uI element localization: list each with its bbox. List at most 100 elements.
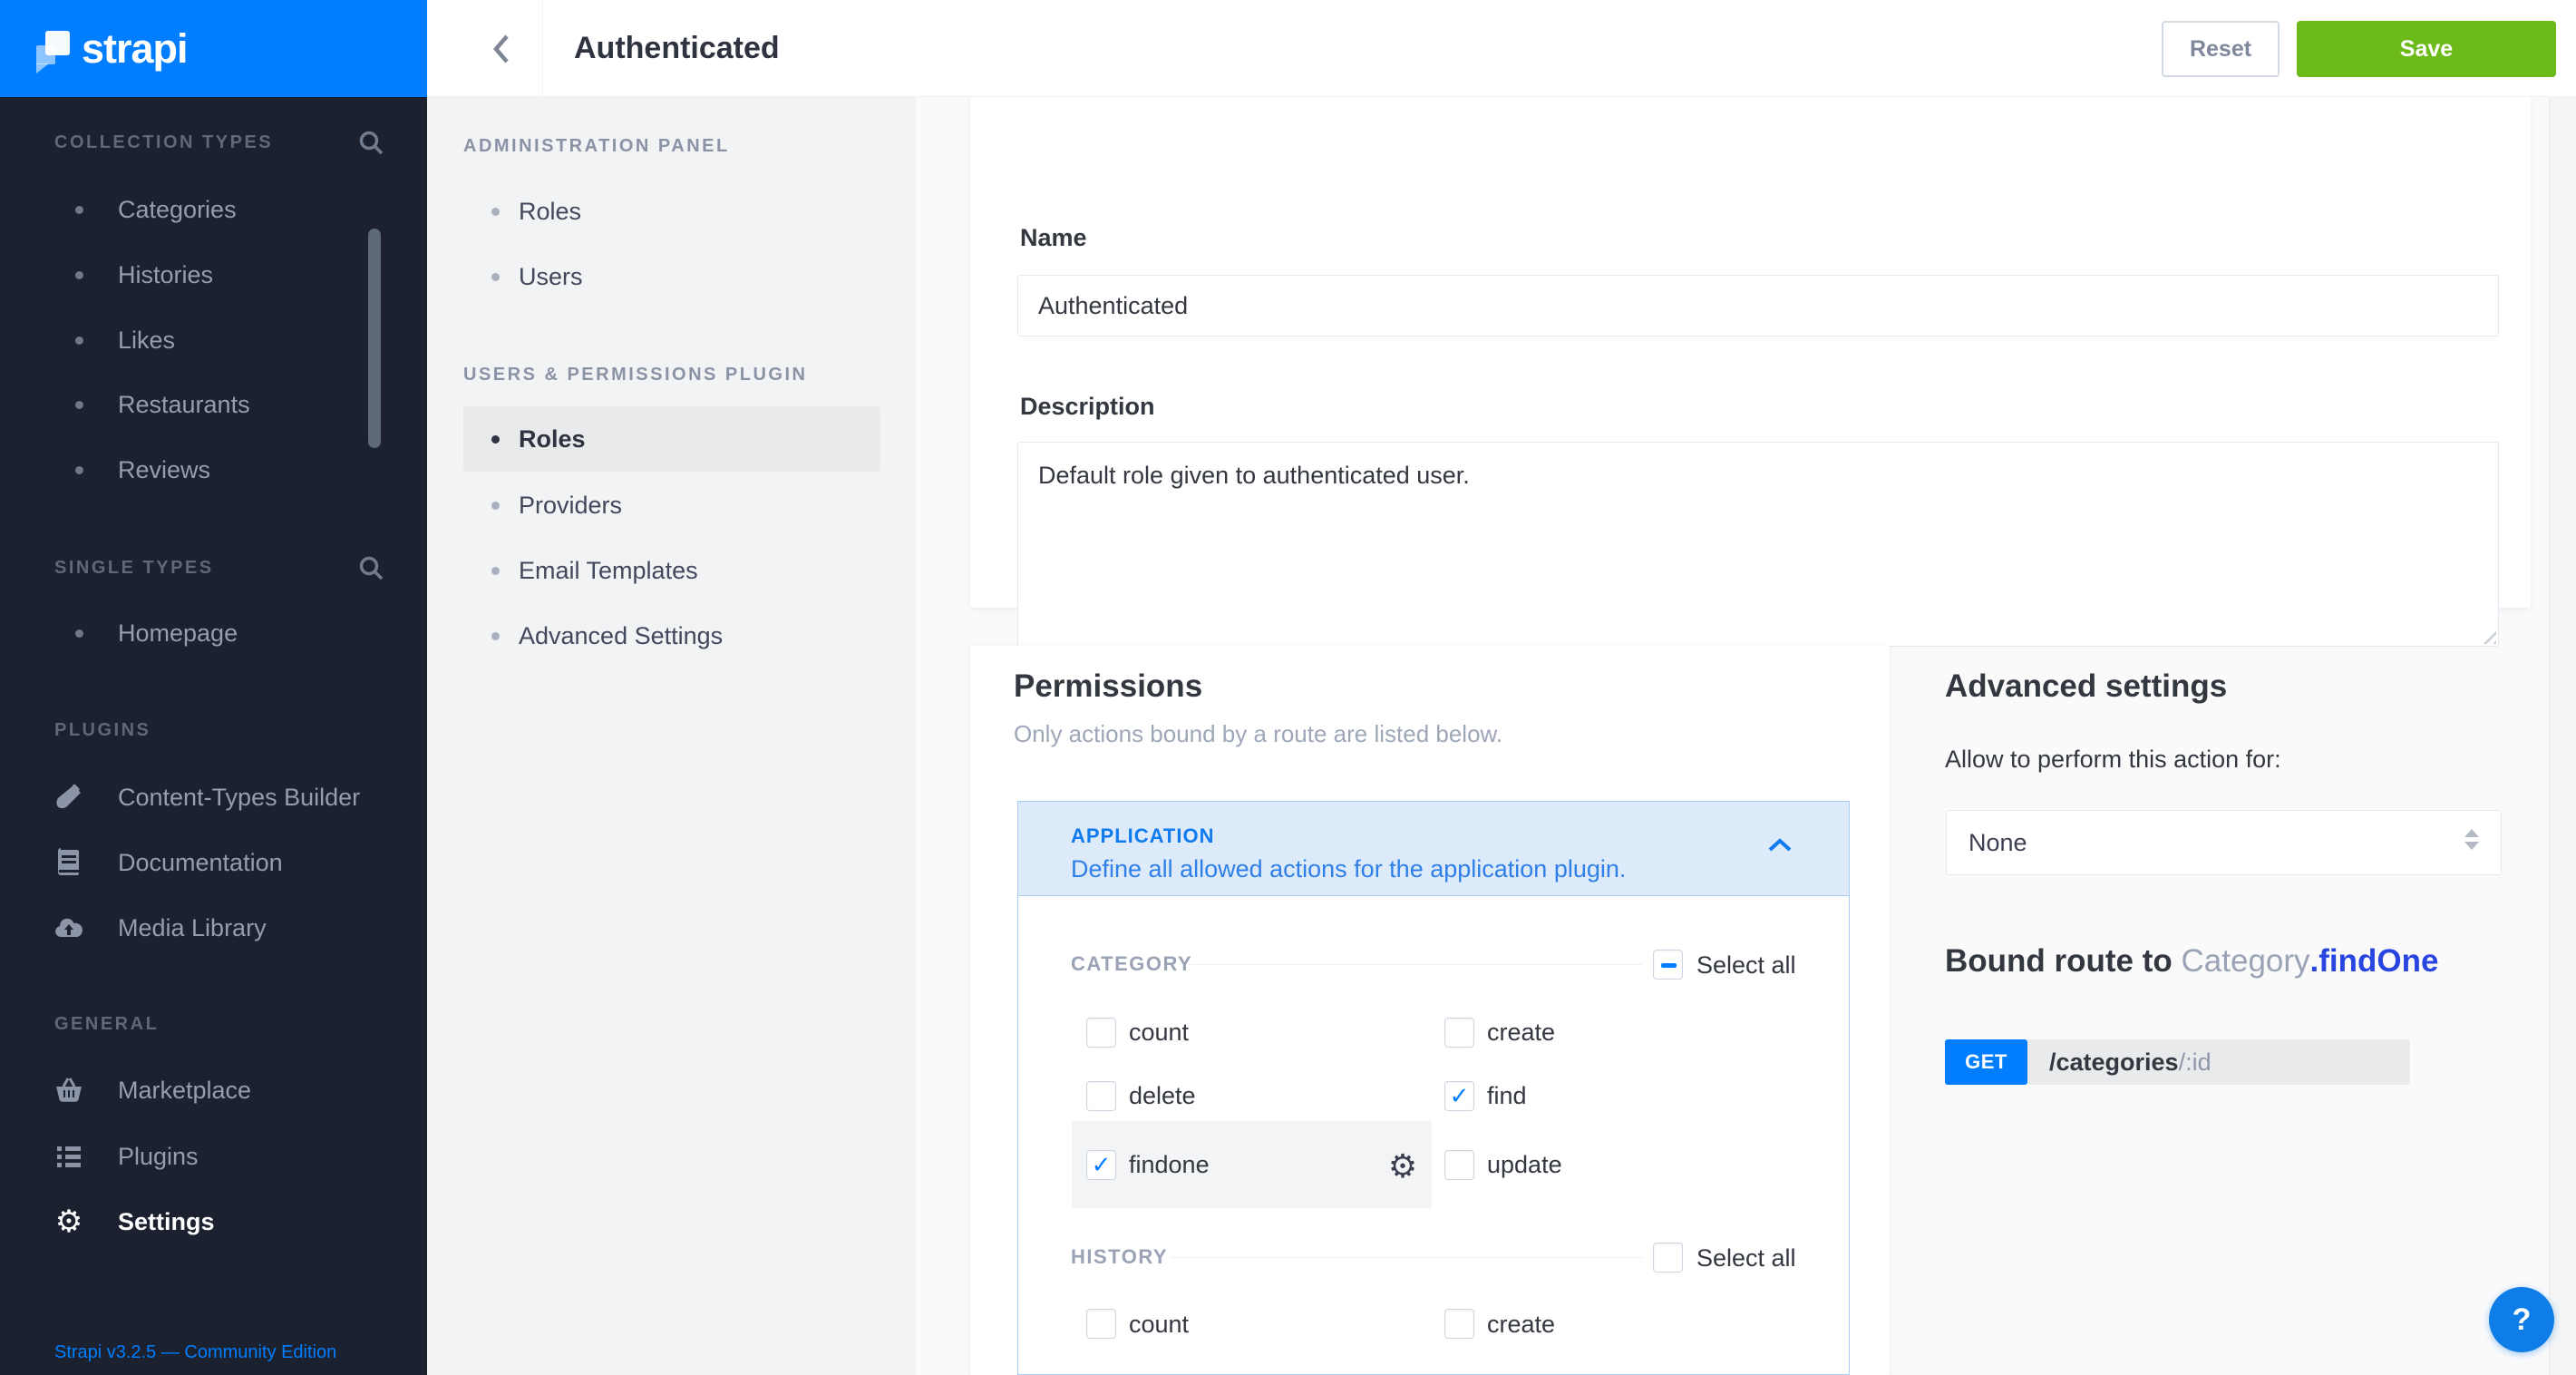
accordion-plugin-description: Define all allowed actions for the appli… [1071,855,1626,883]
route-path: /categories/:id [2027,1039,2410,1085]
question-mark-icon: ? [2513,1302,2532,1338]
accordion-plugin-name: APPLICATION [1071,824,1214,848]
cloud-upload-icon [51,910,87,946]
section-collection-types: COLLECTION TYPES [54,132,273,153]
bound-route-model: Category [2182,943,2310,979]
group-divider [1171,1257,1642,1258]
checkbox-category-create[interactable] [1444,1018,1474,1048]
checkbox-category-find[interactable] [1444,1081,1474,1111]
group-label-category: CATEGORY [1071,952,1192,976]
paintbrush-icon [51,779,87,815]
checkbox-label-count[interactable]: count [1129,1019,1189,1047]
main-sidebar: strapi COLLECTION TYPES Categories Histo… [0,0,427,1375]
sidebar-scrollbar-thumb[interactable] [368,229,381,448]
checkbox-category-update[interactable] [1444,1150,1474,1180]
checkbox-label-create[interactable]: create [1487,1019,1555,1047]
checkbox-category-count[interactable] [1086,1018,1116,1048]
page-title: Authenticated [574,0,780,97]
back-button[interactable] [460,0,542,97]
strapi-admin-page: strapi COLLECTION TYPES Categories Histo… [0,0,2576,1375]
save-button[interactable]: Save [2297,21,2556,77]
section-general: GENERAL [54,1014,159,1035]
sidebar-item-marketplace[interactable]: Marketplace [0,1072,427,1108]
settings-submenu: ADMINISTRATION PANEL Roles Users USERS &… [427,97,916,1375]
bullet-icon [75,466,83,474]
description-label: Description [1020,393,1155,421]
category-select-all-checkbox[interactable] [1653,950,1683,980]
checkbox-label-delete[interactable]: delete [1129,1082,1196,1110]
select-value: None [1968,829,2027,857]
category-select-all-label[interactable]: Select all [1696,951,1796,980]
page-scrollbar-track[interactable] [2549,97,2576,1375]
strapi-logo-icon [34,27,74,71]
allow-action-select[interactable]: None [1946,810,2502,875]
description-textarea[interactable]: Default role given to authenticated user… [1017,442,2499,647]
application-accordion-header[interactable]: APPLICATION Define all allowed actions f… [1018,802,1849,896]
sidebar-item-content-types-builder[interactable]: Content-Types Builder [0,779,427,815]
history-select-all-checkbox[interactable] [1653,1243,1683,1273]
bullet-icon [491,208,500,216]
checkbox-history-create[interactable] [1444,1309,1474,1339]
bullet-icon [491,435,500,444]
checkbox-label-findone[interactable]: findone [1129,1151,1210,1179]
name-input[interactable] [1017,275,2499,336]
checkbox-label-find[interactable]: find [1487,1082,1527,1110]
checkbox-category-delete[interactable] [1086,1081,1116,1111]
sidebar-item-histories[interactable]: Histories [0,257,427,293]
brand-wordmark: strapi [82,25,188,73]
role-form-card: Name Description Default role given to a… [970,97,2531,608]
submenu-section-administration-panel: ADMINISTRATION PANEL [463,136,730,157]
section-single-types: SINGLE TYPES [54,558,214,579]
bullet-icon [491,632,500,640]
checkbox-history-count[interactable] [1086,1309,1116,1339]
bound-route-line: Bound route to Category.findOne [1945,943,2438,980]
basket-icon [51,1072,87,1108]
search-icon[interactable] [357,129,386,158]
submenu-item-users[interactable]: Users [463,244,880,309]
group-label-history: HISTORY [1071,1245,1168,1269]
allow-action-label: Allow to perform this action for: [1945,746,2281,774]
sidebar-item-settings[interactable]: ⚙ Settings [0,1204,427,1240]
select-stepper-icon [2464,829,2479,850]
submenu-item-email-templates[interactable]: Email Templates [463,538,880,603]
submenu-item-advanced-settings[interactable]: Advanced Settings [463,603,880,668]
submenu-item-providers[interactable]: Providers [463,473,880,538]
submenu-item-roles[interactable]: Roles [463,406,880,472]
header-divider [542,0,543,97]
http-method-badge: GET [1945,1039,2027,1085]
sidebar-item-categories[interactable]: Categories [0,191,427,228]
sidebar-item-likes[interactable]: Likes [0,322,427,358]
strapi-logo[interactable]: strapi [0,0,427,97]
bound-route-prefix: Bound route to [1945,943,2182,979]
sidebar-item-plugins[interactable]: Plugins [0,1138,427,1175]
chevron-up-icon [1767,838,1793,853]
sidebar-item-homepage[interactable]: Homepage [0,615,427,651]
sidebar-item-documentation[interactable]: Documentation [0,844,427,881]
bullet-icon [491,502,500,510]
permissions-title: Permissions [1014,668,1202,705]
help-button[interactable]: ? [2489,1287,2554,1352]
sidebar-item-reviews[interactable]: Reviews [0,452,427,488]
checkbox-category-findone[interactable] [1086,1150,1116,1180]
section-plugins: PLUGINS [54,720,151,741]
list-icon [51,1138,87,1175]
sidebar-item-media-library[interactable]: Media Library [0,910,427,946]
submenu-item-roles-admin[interactable]: Roles [463,179,880,244]
checkbox-label-count[interactable]: count [1129,1311,1189,1339]
sidebar-item-restaurants[interactable]: Restaurants [0,386,427,423]
strapi-version-link[interactable]: Strapi v3.2.5 — Community Edition [54,1342,336,1363]
action-settings-gear-icon[interactable]: ⚙ [1383,1146,1423,1186]
bullet-icon [491,273,500,281]
checkbox-label-create[interactable]: create [1487,1311,1555,1339]
application-accordion: APPLICATION Define all allowed actions f… [1017,801,1850,1375]
reset-button[interactable]: Reset [2162,21,2280,77]
bullet-icon [75,206,83,214]
group-divider [1189,964,1642,965]
search-icon[interactable] [357,554,386,583]
checkbox-label-update[interactable]: update [1487,1151,1562,1179]
route-display: GET /categories/:id [1945,1039,2410,1085]
bullet-icon [75,336,83,345]
history-select-all-label[interactable]: Select all [1696,1244,1796,1273]
bound-route-action-link: .findOne [2310,943,2439,979]
submenu-section-users-permissions: USERS & PERMISSIONS PLUGIN [463,365,808,385]
